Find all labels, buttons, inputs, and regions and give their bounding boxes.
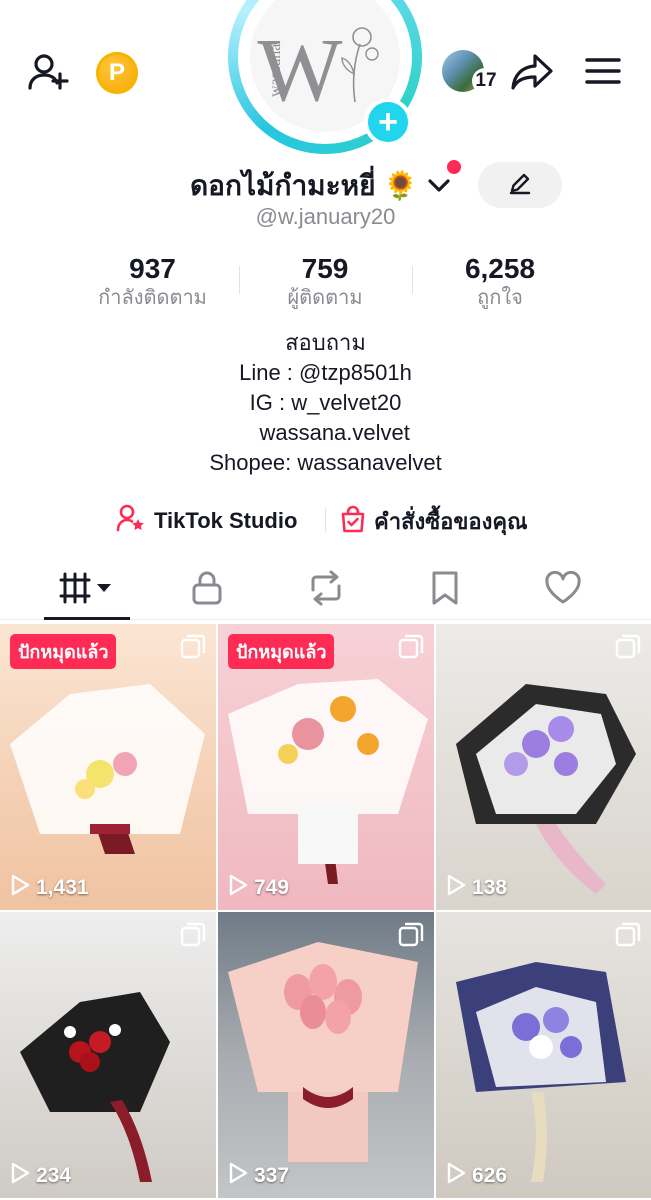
- friends-count-badge: 17: [472, 68, 500, 94]
- likes-count: 6,258: [464, 253, 536, 284]
- tab-favorites[interactable]: [390, 562, 500, 618]
- repost-icon: [307, 570, 345, 611]
- svg-text:wassana: wassana: [267, 44, 284, 97]
- view-count: 749: [228, 874, 289, 902]
- tiktok-studio-link[interactable]: TikTok Studio: [116, 504, 297, 538]
- video-thumbnail-image: [436, 624, 651, 910]
- heart-icon: [544, 570, 582, 610]
- view-count: 1,431: [10, 874, 89, 902]
- following-count: 937: [129, 253, 176, 284]
- video-grid: ปักหมุดแล้ว 1,431 ปักหมุดแล้ว 749 138 23…: [0, 624, 651, 1200]
- multi-clip-icon: [398, 634, 424, 660]
- friends-avatar-button[interactable]: 17: [442, 50, 500, 94]
- edit-profile-button[interactable]: [478, 162, 562, 208]
- video-thumbnail-image: [218, 912, 434, 1198]
- orders-label: คำสั่งซื้อของคุณ: [374, 509, 528, 534]
- play-icon: [446, 874, 466, 902]
- orders-link[interactable]: คำสั่งซื้อของคุณ: [340, 504, 528, 539]
- shopping-bag-icon: [340, 505, 366, 539]
- multi-clip-icon: [615, 922, 641, 948]
- tab-videos[interactable]: [44, 562, 130, 620]
- add-story-plus-button[interactable]: +: [364, 98, 412, 146]
- add-friend-icon[interactable]: [24, 48, 72, 96]
- multi-clip-icon: [180, 634, 206, 660]
- creator-star-icon: [116, 504, 146, 538]
- bio: สอบถาม Line : @tzp8501h IG : w_velvet20 …: [0, 328, 651, 478]
- video-thumbnail[interactable]: 138: [436, 624, 651, 910]
- view-count-label: 138: [472, 876, 508, 899]
- pinned-badge: ปักหมุดแล้ว: [228, 634, 335, 669]
- view-count: 337: [228, 1162, 289, 1190]
- view-count-label: 626: [472, 1164, 508, 1187]
- play-icon: [10, 874, 30, 902]
- view-count-label: 337: [254, 1164, 290, 1187]
- bio-line: สอบถาม: [285, 330, 366, 355]
- video-thumbnail[interactable]: ปักหมุดแล้ว 1,431: [0, 624, 216, 910]
- view-count: 138: [446, 874, 507, 902]
- bio-line: wassana.velvet: [241, 420, 410, 445]
- tab-private[interactable]: [152, 562, 262, 618]
- multi-clip-icon: [615, 634, 641, 660]
- stat-likes[interactable]: 6,258 ถูกใจ: [415, 252, 585, 310]
- bio-line: Shopee: wassanavelvet: [209, 450, 442, 475]
- stat-following[interactable]: 937 กำลังติดตาม: [70, 252, 235, 310]
- notification-dot: [447, 160, 461, 174]
- play-icon: [446, 1162, 466, 1190]
- bio-line: Line : @tzp8501h: [239, 360, 412, 385]
- multi-clip-icon: [398, 922, 424, 948]
- tab-reposts[interactable]: [271, 562, 381, 618]
- tiktok-studio-label: TikTok Studio: [154, 508, 298, 533]
- play-icon: [228, 1162, 248, 1190]
- menu-icon[interactable]: [580, 48, 626, 94]
- video-thumbnail[interactable]: 337: [218, 912, 434, 1198]
- grid-icon: [59, 571, 115, 610]
- tab-liked[interactable]: [508, 562, 618, 618]
- bookmark-icon: [430, 570, 460, 611]
- video-thumbnail[interactable]: 626: [436, 912, 651, 1198]
- pencil-icon: [507, 170, 533, 201]
- video-thumbnail[interactable]: 234: [0, 912, 216, 1198]
- video-thumbnail-image: [0, 912, 216, 1198]
- pinned-badge: ปักหมุดแล้ว: [10, 634, 117, 669]
- share-icon[interactable]: [508, 48, 556, 96]
- view-count: 626: [446, 1162, 507, 1190]
- bio-line: IG : w_velvet20: [249, 390, 402, 415]
- followers-label: ผู้ติดตาม: [287, 287, 363, 309]
- display-name: ดอกไม้กำมะหยี่ 🌻: [190, 170, 419, 201]
- likes-label: ถูกใจ: [477, 287, 523, 309]
- links-divider: [325, 508, 326, 532]
- coin-icon[interactable]: P: [96, 52, 138, 94]
- play-icon: [228, 874, 248, 902]
- video-thumbnail-image: [436, 912, 651, 1198]
- profile-links: TikTok Studio คำสั่งซื้อของคุณ: [0, 500, 651, 540]
- view-count-label: 749: [254, 876, 290, 899]
- view-count-label: 234: [36, 1164, 72, 1187]
- view-count-label: 1,431: [36, 876, 89, 899]
- content-tabs: [0, 562, 651, 620]
- following-label: กำลังติดตาม: [98, 287, 207, 309]
- name-row: ดอกไม้กำมะหยี่ 🌻: [0, 160, 651, 208]
- username: @w.january20: [255, 204, 396, 229]
- lock-icon: [190, 570, 224, 611]
- profile-stats: 937 กำลังติดตาม 759 ผู้ติดตาม 6,258 ถูกใ…: [0, 252, 651, 312]
- stat-divider: [412, 266, 413, 294]
- multi-clip-icon: [180, 922, 206, 948]
- chevron-down-icon[interactable]: [424, 170, 454, 200]
- stat-followers[interactable]: 759 ผู้ติดตาม: [240, 252, 410, 310]
- view-count: 234: [10, 1162, 71, 1190]
- video-thumbnail[interactable]: ปักหมุดแล้ว 749: [218, 624, 434, 910]
- play-icon: [10, 1162, 30, 1190]
- followers-count: 759: [301, 253, 349, 284]
